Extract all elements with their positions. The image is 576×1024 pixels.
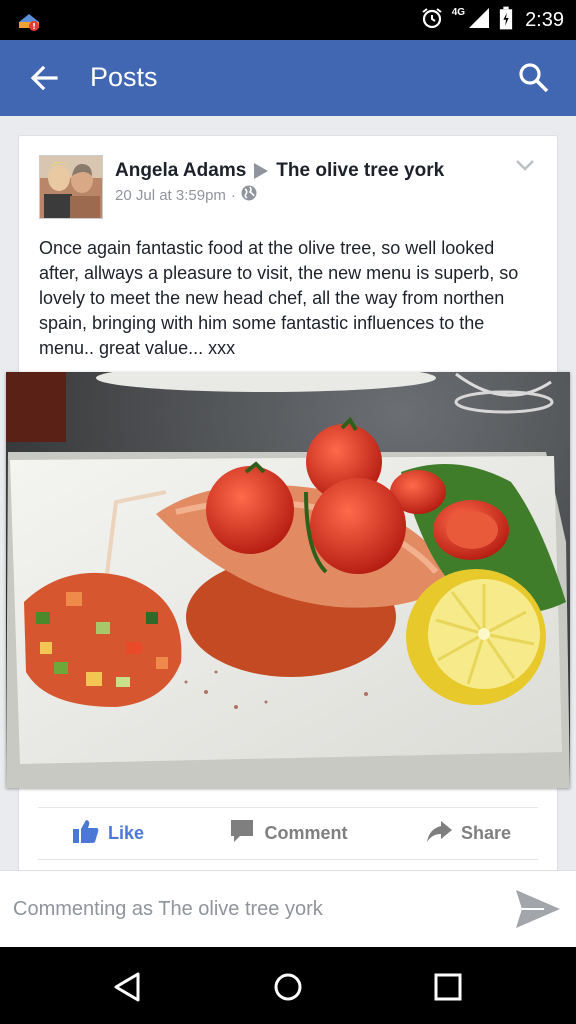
nav-home-icon[interactable] (270, 969, 306, 1005)
globe-icon (241, 185, 257, 205)
signal-icon (467, 6, 491, 35)
comment-composer: Commenting as The olive tree york (0, 870, 576, 947)
page-title: Posts (90, 62, 158, 92)
search-icon[interactable] (516, 60, 552, 96)
app-bar: Posts (0, 40, 576, 116)
post-title-line: Angela Adams The olive tree york (115, 160, 444, 182)
author-name[interactable]: Angela Adams (115, 160, 246, 182)
post-timestamp[interactable]: 20 Jul at 3:59pm (115, 187, 226, 204)
network-type: 4G (451, 6, 466, 18)
share-label: Share (460, 822, 512, 843)
post-photo[interactable] (6, 372, 570, 788)
post-text: Once again fantastic food at the olive t… (39, 238, 519, 358)
post-meta: 20 Jul at 3:59pm · (115, 185, 257, 205)
app-notification-icon (16, 8, 42, 32)
comment-button[interactable]: Comment (198, 808, 378, 858)
status-bar: 4G 2:39 (0, 0, 576, 40)
avatar[interactable] (39, 155, 103, 219)
thumbs-up-icon (72, 818, 100, 849)
chevron-down-icon[interactable] (515, 158, 535, 172)
battery-icon (499, 6, 513, 35)
alarm-icon (420, 6, 444, 35)
target-page-name[interactable]: The olive tree york (276, 160, 444, 182)
send-icon[interactable] (514, 886, 562, 932)
like-button[interactable]: Like (18, 808, 198, 858)
comment-input[interactable]: Commenting as The olive tree york (13, 898, 323, 921)
like-label: Like (107, 822, 145, 843)
system-nav-bar (0, 947, 576, 1024)
nav-recents-icon[interactable] (430, 969, 466, 1005)
status-time: 2:39 (525, 8, 564, 31)
share-icon (425, 818, 453, 849)
arrow-left-icon[interactable] (26, 62, 62, 94)
divider (38, 859, 538, 860)
meta-separator: · (230, 186, 236, 204)
share-button[interactable]: Share (378, 808, 558, 858)
comment-icon (228, 818, 256, 849)
comment-label: Comment (264, 822, 348, 843)
post-actions: Like Comment Share (18, 808, 558, 858)
nav-back-icon[interactable] (110, 969, 146, 1005)
arrow-right-icon (254, 163, 269, 179)
